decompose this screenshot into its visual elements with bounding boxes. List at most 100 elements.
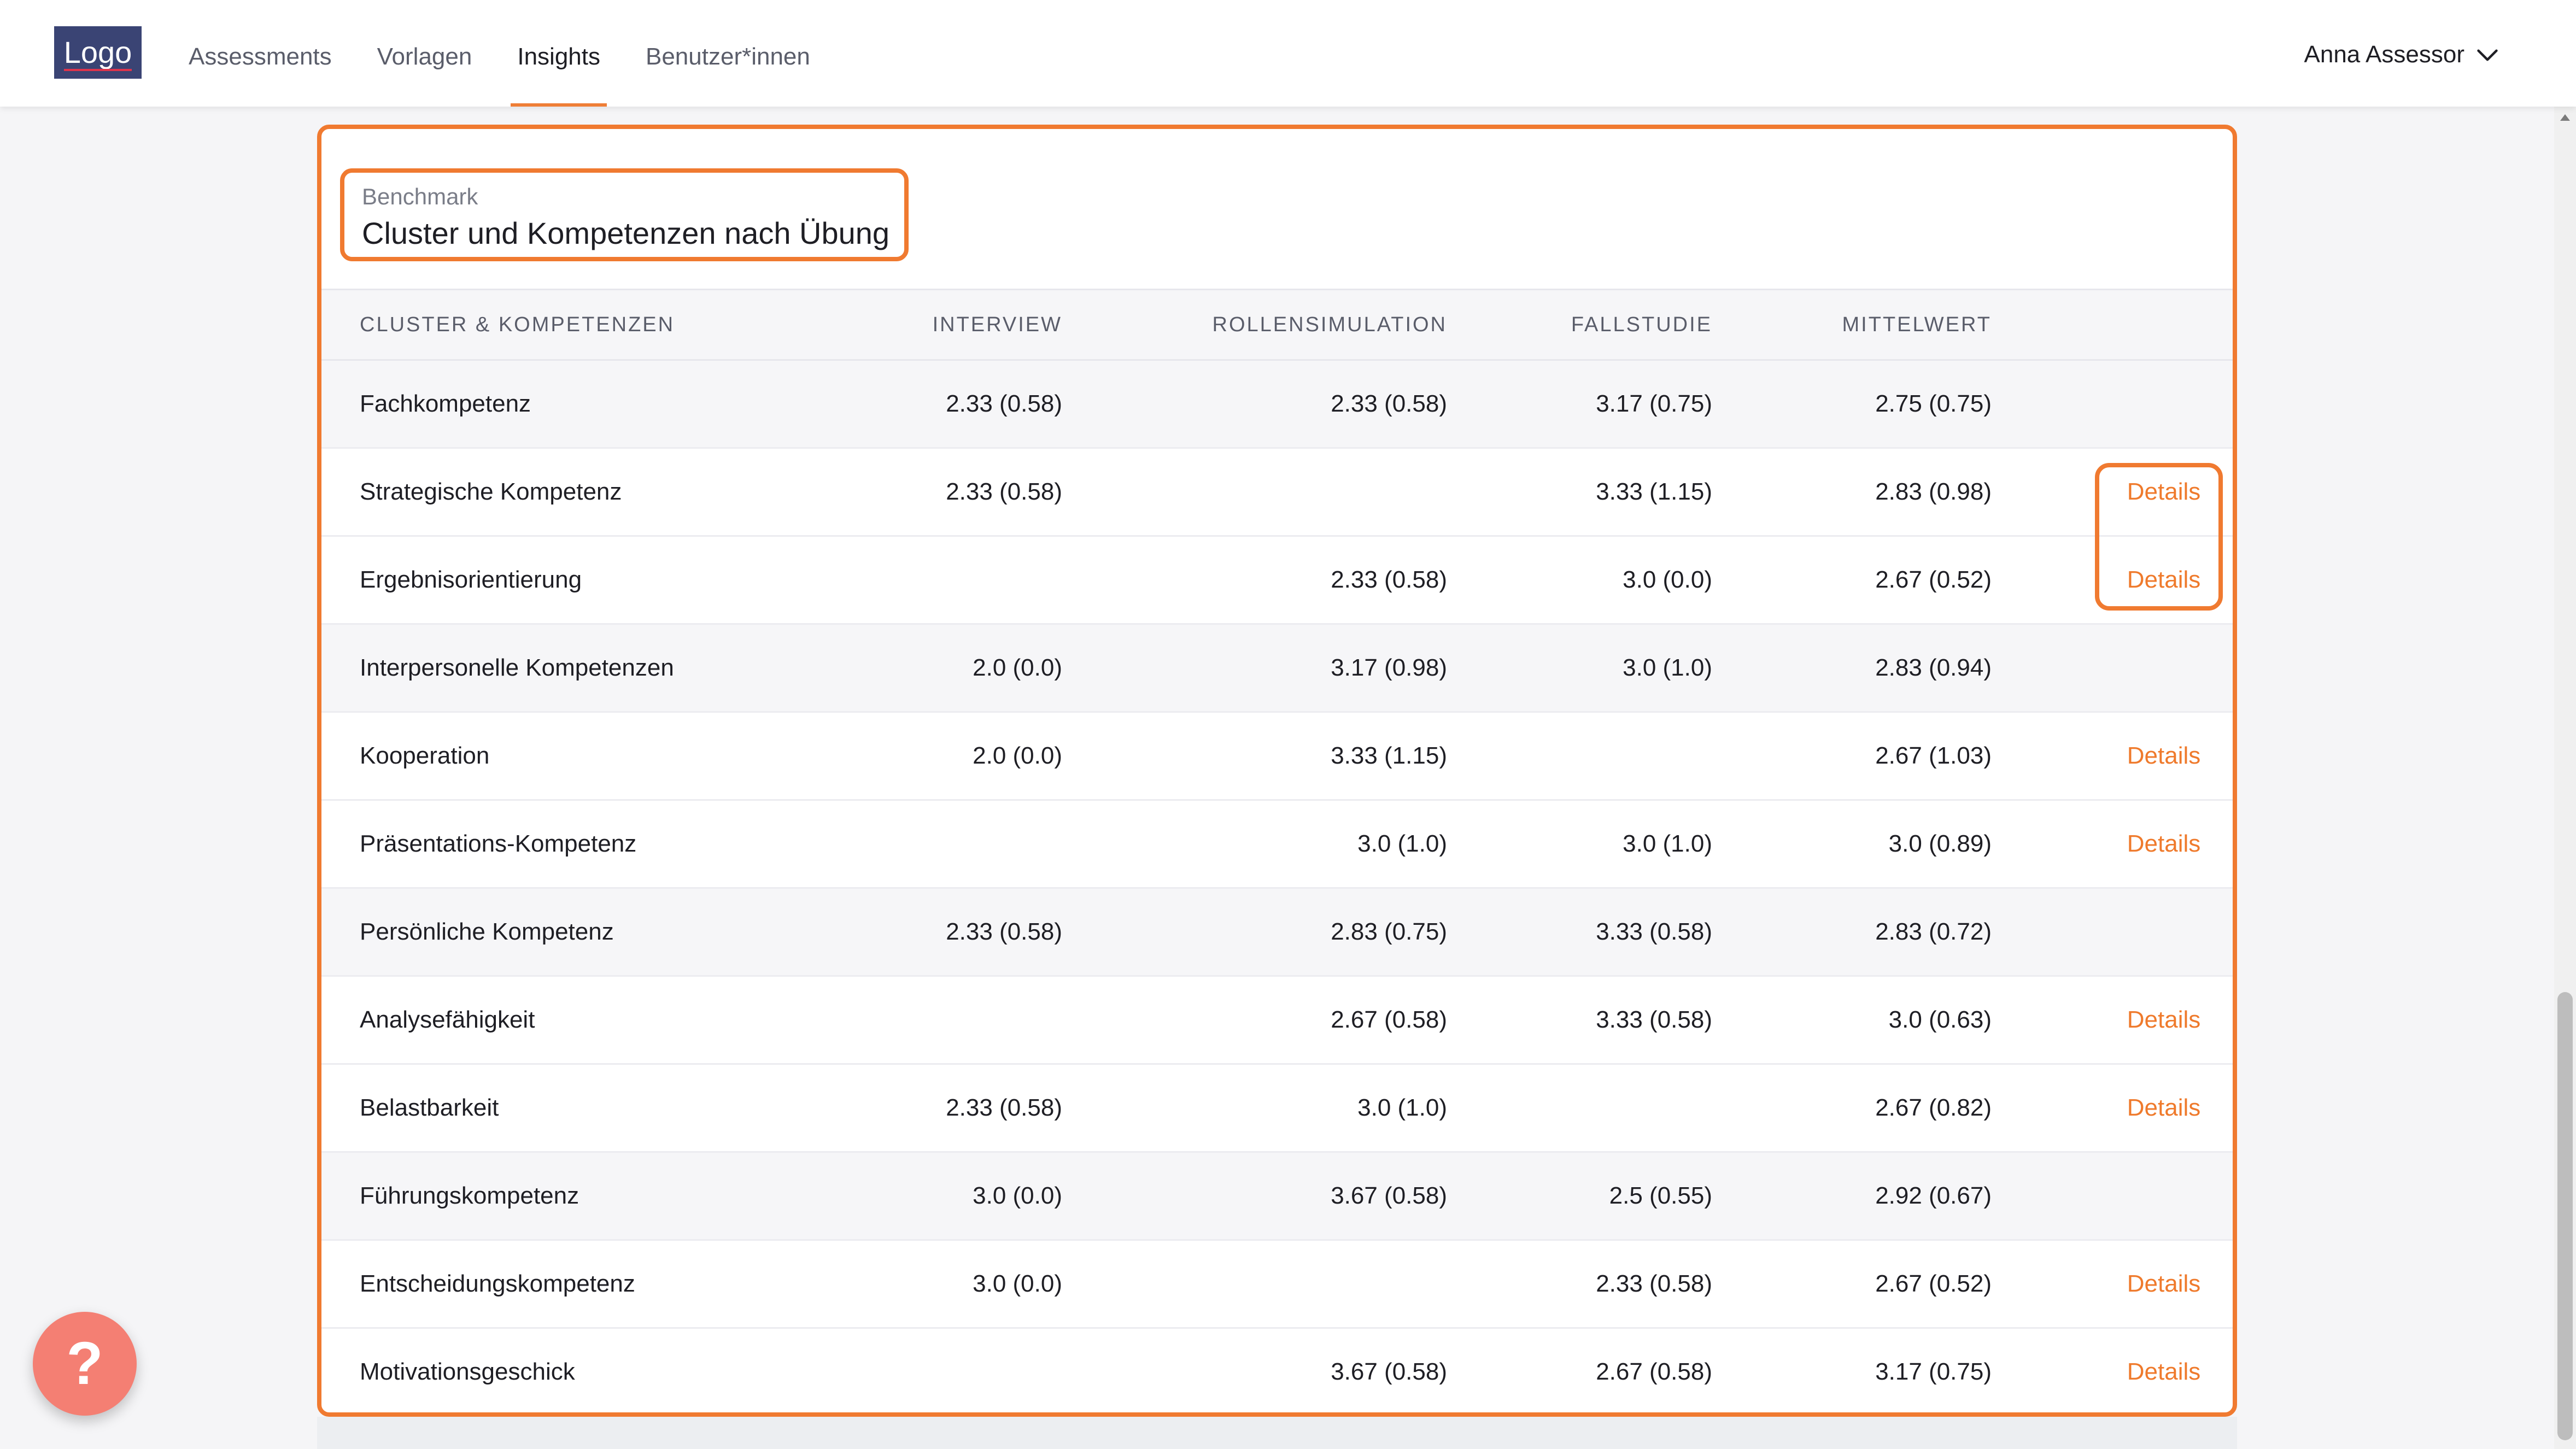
card-header: Benchmark Cluster und Kompetenzen nach Ü…	[321, 129, 2233, 289]
cell-rollensimulation: 3.17 (0.98)	[1331, 654, 1447, 681]
row-name: Ergebnisorientierung	[360, 566, 582, 593]
details-link[interactable]: Details	[2120, 801, 2208, 887]
cell-fallstudie: 3.17 (0.75)	[1596, 390, 1712, 417]
row-name: Fachkompetenz	[360, 390, 531, 417]
row-name: Kooperation	[360, 742, 490, 769]
next-section-strip	[317, 1417, 2237, 1449]
table-row: Persönliche Kompetenz 2.33 (0.58) 2.83 (…	[321, 889, 2233, 977]
cell-mittelwert: 2.75 (0.75)	[1875, 390, 1992, 417]
cell-fallstudie: 3.33 (0.58)	[1596, 918, 1712, 945]
cell-mittelwert: 3.0 (0.63)	[1888, 1006, 1992, 1033]
table-row: Führungskompetenz 3.0 (0.0) 3.67 (0.58) …	[321, 1153, 2233, 1241]
logo[interactable]: Logo	[54, 26, 142, 79]
table-row: Strategische Kompetenz 2.33 (0.58) 3.33 …	[321, 449, 2233, 537]
scroll-up-arrow-icon[interactable]	[2560, 114, 2570, 121]
cell-rollensimulation: 2.67 (0.58)	[1331, 1006, 1447, 1033]
cell-rollensimulation: 2.33 (0.58)	[1331, 566, 1447, 593]
column-header-interview: INTERVIEW	[932, 313, 1062, 336]
row-name: Belastbarkeit	[360, 1094, 499, 1121]
table-row: Ergebnisorientierung 2.33 (0.58) 3.0 (0.…	[321, 537, 2233, 625]
table-row: Kooperation 2.0 (0.0) 3.33 (1.15) 2.67 (…	[321, 713, 2233, 801]
cell-rollensimulation: 2.83 (0.75)	[1331, 918, 1447, 945]
table-row: Entscheidungskompetenz 3.0 (0.0) 2.33 (0…	[321, 1241, 2233, 1329]
cell-fallstudie: 3.33 (0.58)	[1596, 1006, 1712, 1033]
cell-rollensimulation: 3.67 (0.58)	[1331, 1182, 1447, 1209]
cell-interview: 2.33 (0.58)	[946, 390, 1062, 417]
table-row: Motivationsgeschick 3.67 (0.58) 2.67 (0.…	[321, 1329, 2233, 1412]
column-header-mittelwert: MITTELWERT	[1842, 313, 1992, 336]
cell-fallstudie: 2.5 (0.55)	[1609, 1182, 1712, 1209]
help-button[interactable]: ?	[33, 1312, 137, 1416]
cell-rollensimulation: 3.33 (1.15)	[1331, 742, 1447, 769]
column-header-cluster: CLUSTER & KOMPETENZEN	[360, 313, 675, 336]
nav-insights[interactable]: Insights	[511, 0, 607, 107]
main-nav: Assessments Vorlagen Insights Benutzer*i…	[164, 0, 831, 107]
cell-mittelwert: 3.17 (0.75)	[1875, 1358, 1992, 1385]
table-row: Interpersonelle Kompetenzen 2.0 (0.0) 3.…	[321, 625, 2233, 713]
benchmark-card: Benchmark Cluster und Kompetenzen nach Ü…	[317, 125, 2237, 1417]
row-name: Interpersonelle Kompetenzen	[360, 654, 674, 681]
cell-rollensimulation: 2.33 (0.58)	[1331, 390, 1447, 417]
nav-vorlagen[interactable]: Vorlagen	[377, 0, 472, 107]
details-link[interactable]: Details	[2120, 1241, 2208, 1327]
cell-mittelwert: 2.67 (1.03)	[1875, 742, 1992, 769]
cell-rollensimulation: 3.67 (0.58)	[1331, 1358, 1447, 1385]
user-name: Anna Assessor	[2304, 41, 2465, 68]
card-title-box: Benchmark Cluster und Kompetenzen nach Ü…	[340, 168, 909, 261]
cell-fallstudie: 2.33 (0.58)	[1596, 1270, 1712, 1297]
table-row: Fachkompetenz 2.33 (0.58) 2.33 (0.58) 3.…	[321, 361, 2233, 449]
row-name: Führungskompetenz	[360, 1182, 579, 1209]
column-header-rollensimulation: ROLLENSIMULATION	[1212, 313, 1447, 336]
table-row: Belastbarkeit 2.33 (0.58) 3.0 (1.0) 2.67…	[321, 1065, 2233, 1153]
cell-fallstudie: 3.33 (1.15)	[1596, 478, 1712, 505]
card-title: Cluster und Kompetenzen nach Übung	[362, 216, 890, 250]
row-name: Analysefähigkeit	[360, 1006, 535, 1033]
details-link[interactable]: Details	[2120, 977, 2208, 1063]
cell-mittelwert: 2.67 (0.52)	[1875, 1270, 1992, 1297]
nav-assessments[interactable]: Assessments	[189, 0, 332, 107]
cell-interview: 2.33 (0.58)	[946, 918, 1062, 945]
table-header: CLUSTER & KOMPETENZEN INTERVIEW ROLLENSI…	[321, 289, 2233, 361]
column-header-fallstudie: FALLSTUDIE	[1571, 313, 1712, 336]
cell-mittelwert: 2.92 (0.67)	[1875, 1182, 1992, 1209]
row-name: Entscheidungskompetenz	[360, 1270, 635, 1297]
row-name: Motivationsgeschick	[360, 1358, 575, 1385]
row-name: Persönliche Kompetenz	[360, 918, 614, 945]
cell-interview: 2.0 (0.0)	[973, 742, 1062, 769]
details-link[interactable]: Details	[2120, 1065, 2208, 1151]
scrollbar-thumb[interactable]	[2557, 992, 2573, 1440]
cell-mittelwert: 2.67 (0.82)	[1875, 1094, 1992, 1121]
details-link[interactable]: Details	[2120, 713, 2208, 799]
cell-interview: 2.33 (0.58)	[946, 478, 1062, 505]
card-eyebrow: Benchmark	[362, 184, 478, 209]
row-name: Strategische Kompetenz	[360, 478, 622, 505]
cell-fallstudie: 2.67 (0.58)	[1596, 1358, 1712, 1385]
cell-interview: 2.33 (0.58)	[946, 1094, 1062, 1121]
cell-mittelwert: 3.0 (0.89)	[1888, 830, 1992, 857]
user-menu[interactable]: Anna Assessor	[2304, 0, 2500, 109]
table-row: Präsentations-Kompetenz 3.0 (1.0) 3.0 (1…	[321, 801, 2233, 889]
details-link[interactable]: Details	[2120, 1329, 2208, 1412]
cell-fallstudie: 3.0 (1.0)	[1623, 654, 1712, 681]
top-navigation-bar: Logo Assessments Vorlagen Insights Benut…	[0, 0, 2576, 107]
help-icon: ?	[66, 1330, 103, 1397]
cell-mittelwert: 2.67 (0.52)	[1875, 566, 1992, 593]
cell-interview: 2.0 (0.0)	[973, 654, 1062, 681]
cell-mittelwert: 2.83 (0.98)	[1875, 478, 1992, 505]
cell-interview: 3.0 (0.0)	[973, 1270, 1062, 1297]
page-scrollbar[interactable]	[2554, 107, 2576, 1449]
cell-mittelwert: 2.83 (0.72)	[1875, 918, 1992, 945]
cell-interview: 3.0 (0.0)	[973, 1182, 1062, 1209]
cell-rollensimulation: 3.0 (1.0)	[1357, 1094, 1447, 1121]
cell-fallstudie: 3.0 (0.0)	[1623, 566, 1712, 593]
cell-rollensimulation: 3.0 (1.0)	[1357, 830, 1447, 857]
chevron-down-icon	[2477, 49, 2498, 61]
details-link[interactable]: Details	[2120, 537, 2208, 623]
cell-mittelwert: 2.83 (0.94)	[1875, 654, 1992, 681]
row-name: Präsentations-Kompetenz	[360, 830, 637, 857]
details-link[interactable]: Details	[2120, 449, 2208, 535]
table-body: Fachkompetenz 2.33 (0.58) 2.33 (0.58) 3.…	[321, 361, 2233, 1412]
nav-benutzer[interactable]: Benutzer*innen	[646, 0, 810, 107]
cell-fallstudie: 3.0 (1.0)	[1623, 830, 1712, 857]
table-row: Analysefähigkeit 2.67 (0.58) 3.33 (0.58)…	[321, 977, 2233, 1065]
